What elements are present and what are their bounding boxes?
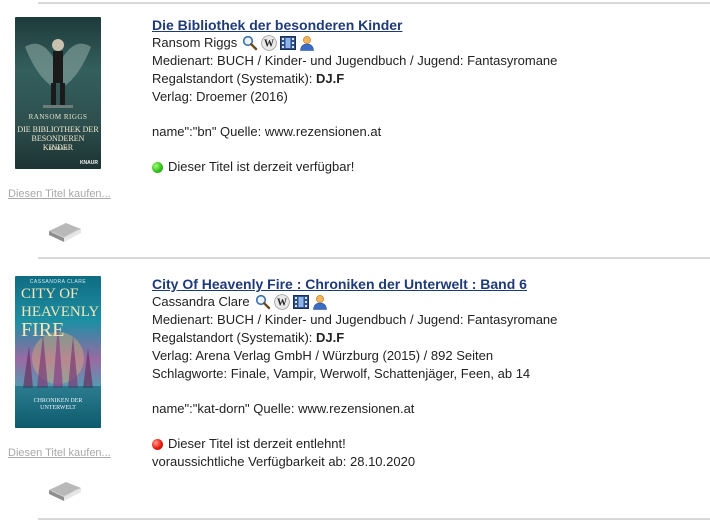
keywords: Schlagworte: Finale, Vampir, Werwolf, Sc… bbox=[152, 366, 531, 381]
cover-title-line2: FIRE bbox=[21, 319, 65, 341]
cover-title-line1: CITY OF HEAVENLY bbox=[21, 286, 100, 320]
expected-availability: voraussichtliche Verfügbarkeit ab: 28.10… bbox=[152, 454, 416, 469]
cover-subtitle-line1: CHRONIKEN DER bbox=[33, 398, 83, 404]
cover-title: CITY OF HEAVENLY FIRE bbox=[21, 285, 100, 341]
shelf-location: Regalstandort (Systematik): DJ.F bbox=[152, 329, 707, 347]
buy-title-link[interactable]: Diesen Titel kaufen... bbox=[8, 188, 111, 200]
media-type: Medienart: BUCH / Kinder- und Jugendbuch… bbox=[152, 312, 558, 327]
author-row: Ransom Riggs W bbox=[152, 34, 707, 52]
shelf-value: DJ.F bbox=[316, 71, 345, 86]
author-name[interactable]: Ransom Riggs bbox=[152, 34, 237, 52]
shelf-label: Regalstandort (Systematik): bbox=[152, 330, 317, 345]
review-source: name":"kat-dorn" Quelle: www.rezensionen… bbox=[152, 401, 415, 416]
info-icons: W bbox=[242, 35, 315, 51]
person-icon[interactable] bbox=[299, 35, 315, 51]
cover-author: RANSOM RIGGS bbox=[28, 113, 88, 121]
result-title-link[interactable]: City Of Heavenly Fire : Chroniken der Un… bbox=[152, 275, 707, 293]
book-icon[interactable] bbox=[46, 213, 84, 245]
search-icon[interactable] bbox=[255, 294, 271, 310]
result-title-link[interactable]: Die Bibliothek der besonderen Kinder bbox=[152, 16, 707, 34]
unavailable-status-icon bbox=[152, 438, 163, 450]
search-icon[interactable] bbox=[242, 35, 258, 51]
film-icon[interactable] bbox=[292, 294, 309, 310]
book-cover-image[interactable]: CASSANDRA CLARE CITY OF HEAVENLY FIRE CH… bbox=[15, 276, 101, 428]
person-icon[interactable] bbox=[312, 294, 328, 310]
publisher: Verlag: Droemer (2016) bbox=[152, 89, 288, 104]
shelf-value: DJ.F bbox=[316, 330, 345, 345]
wikipedia-icon[interactable]: W bbox=[273, 294, 290, 310]
separator bbox=[38, 257, 710, 259]
shelf-label: Regalstandort (Systematik): bbox=[152, 71, 317, 86]
result-details: Die Bibliothek der besonderen Kinder Ran… bbox=[152, 16, 707, 176]
cover-subtitle: CHRONIKEN DER UNTERWELT bbox=[15, 398, 101, 412]
buy-title-link[interactable]: Diesen Titel kaufen... bbox=[8, 447, 111, 459]
availability-status: Dieser Titel ist derzeit verfügbar! bbox=[152, 158, 707, 176]
review-source: name":"bn" Quelle: www.rezensionen.at bbox=[152, 124, 382, 139]
cover-title-line1: DIE BIBLIOTHEK DER bbox=[17, 125, 99, 134]
cover-genre: ROMAN bbox=[48, 147, 68, 152]
publisher: Verlag: Arena Verlag GmbH / Würzburg (20… bbox=[152, 348, 494, 363]
separator-top bbox=[38, 2, 710, 4]
author-name[interactable]: Cassandra Clare bbox=[152, 293, 250, 311]
author-row: Cassandra Clare W bbox=[152, 293, 707, 311]
svg-text:W: W bbox=[277, 298, 287, 309]
shelf-location: Regalstandort (Systematik): DJ.F bbox=[152, 70, 707, 88]
status-text: Dieser Titel ist derzeit entlehnt! bbox=[168, 436, 346, 451]
film-icon[interactable] bbox=[280, 35, 297, 51]
book-cover-image[interactable]: RANSOM RIGGS DIE BIBLIOTHEK DER BESONDER… bbox=[15, 17, 101, 169]
cover-publisher: KNAUR bbox=[79, 160, 98, 166]
info-icons: W bbox=[255, 294, 328, 310]
separator-bottom bbox=[38, 518, 710, 520]
wikipedia-icon[interactable]: W bbox=[261, 35, 278, 51]
result-details: City Of Heavenly Fire : Chroniken der Un… bbox=[152, 275, 707, 471]
book-icon[interactable] bbox=[46, 472, 84, 504]
status-text: Dieser Titel ist derzeit verfügbar! bbox=[168, 159, 355, 174]
available-status-icon bbox=[152, 161, 163, 173]
availability-status: Dieser Titel ist derzeit entlehnt! bbox=[152, 435, 707, 453]
svg-text:W: W bbox=[264, 39, 274, 50]
cover-subtitle-line2: UNTERWELT bbox=[40, 405, 76, 411]
media-type: Medienart: BUCH / Kinder- und Jugendbuch… bbox=[152, 53, 558, 68]
